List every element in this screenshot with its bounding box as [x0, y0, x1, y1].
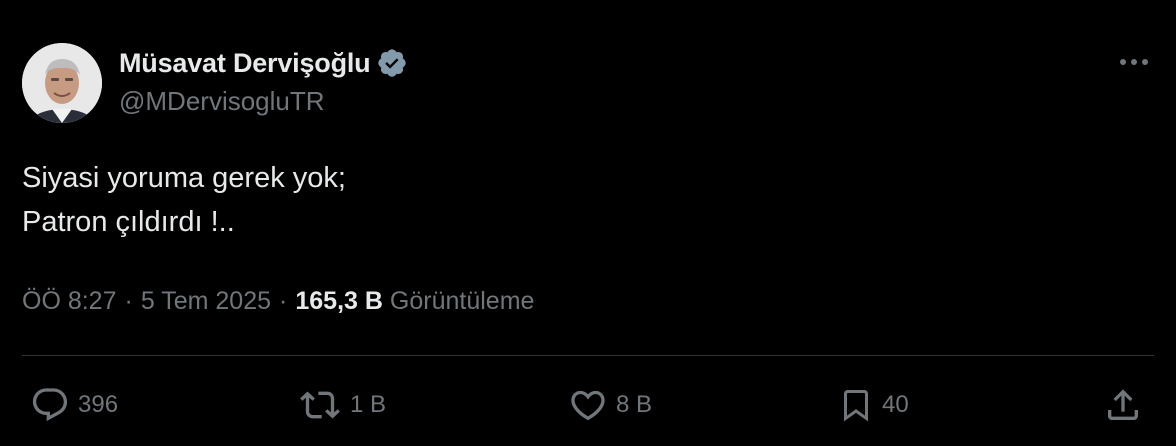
- reply-count: 396: [78, 391, 119, 418]
- retweet-button[interactable]: 1 B: [298, 385, 386, 425]
- tweet-text-line-1: Siyasi yoruma gerek yok;: [22, 162, 346, 194]
- heart-icon: [571, 390, 605, 421]
- retweet-icon: [300, 391, 340, 419]
- tweet-metadata: ÖÖ 8:27 · 5 Tem 2025 · 165,3 B Görüntüle…: [22, 284, 534, 318]
- author-display-name[interactable]: Müsavat Dervişoğlu: [119, 48, 371, 79]
- divider: [22, 355, 1154, 356]
- verified-badge-icon[interactable]: [376, 47, 408, 79]
- author-handle[interactable]: @MDervisogluTR: [119, 86, 325, 117]
- like-count: 8 B: [616, 391, 653, 418]
- share-button[interactable]: [1103, 385, 1143, 425]
- share-icon: [1108, 389, 1138, 420]
- like-button[interactable]: 8 B: [568, 385, 652, 425]
- avatar-image: [22, 43, 102, 123]
- more-horizontal-icon[interactable]: [1114, 48, 1154, 76]
- retweet-count: 1 B: [350, 391, 387, 418]
- bookmark-button[interactable]: 40: [838, 385, 909, 425]
- bookmark-count: 40: [882, 391, 909, 418]
- views-count[interactable]: 165,3 B: [295, 287, 383, 316]
- tweet-text: Siyasi yoruma gerek yok; Patron çıldırdı…: [22, 156, 346, 244]
- tweet-card: Müsavat Dervişoğlu @MDervisogluTR Siyasi…: [0, 0, 1176, 446]
- tweet-time[interactable]: ÖÖ 8:27: [22, 287, 117, 316]
- bookmark-icon: [844, 390, 868, 422]
- tweet-date[interactable]: 5 Tem 2025: [141, 287, 271, 316]
- tweet-text-line-2: Patron çıldırdı !..: [22, 206, 235, 238]
- meta-separator: ·: [279, 286, 288, 315]
- views-label: Görüntüleme: [389, 286, 535, 315]
- author-name-row: Müsavat Dervişoğlu: [119, 46, 408, 80]
- meta-separator: ·: [124, 286, 133, 315]
- avatar[interactable]: [22, 43, 102, 123]
- reply-button[interactable]: 396: [30, 385, 118, 425]
- reply-icon: [32, 388, 68, 422]
